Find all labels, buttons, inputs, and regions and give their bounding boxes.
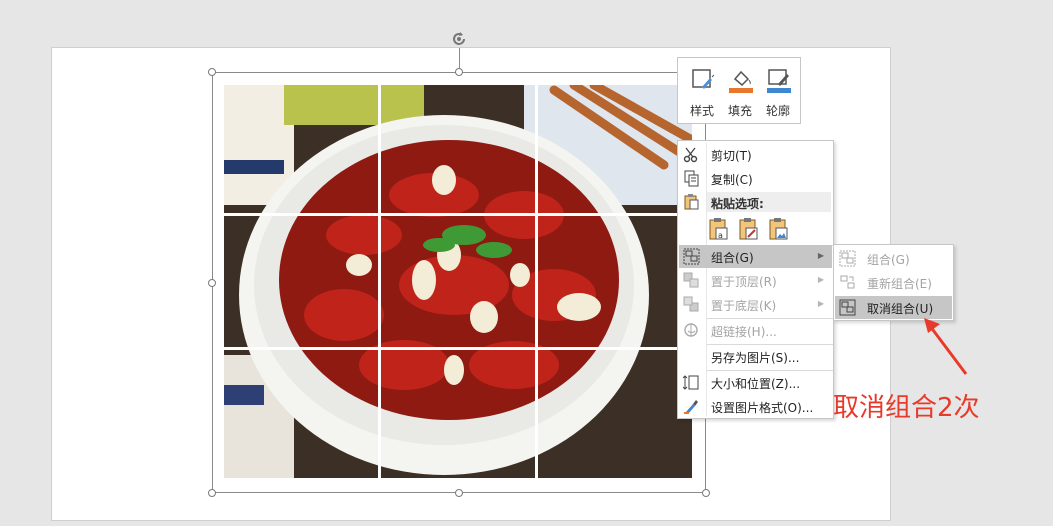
format-picture-icon <box>684 400 698 414</box>
photo-tile[interactable] <box>538 85 692 213</box>
style-button[interactable]: 样式 <box>684 64 720 118</box>
photo-tile[interactable] <box>381 350 535 478</box>
menu-item-save-as-picture[interactable]: 另存为图片(S)... <box>679 345 832 368</box>
menu-item-send-to-back[interactable]: 置于底层(K) ▶ <box>679 293 832 316</box>
photo-tile[interactable] <box>224 85 378 213</box>
menu-item-hyperlink[interactable]: 超链接(H)... <box>679 319 832 342</box>
bring-to-front-icon <box>683 272 699 288</box>
svg-text:a: a <box>718 231 723 240</box>
annotation-text: 取消组合2次 <box>833 393 980 423</box>
submenu-item-regroup[interactable]: 重新组合(E) <box>835 271 952 294</box>
resize-handle-left[interactable] <box>208 279 216 287</box>
menu-item-format-picture[interactable]: 设置图片格式(O)... <box>679 395 832 418</box>
submenu-arrow-icon: ▶ <box>817 275 824 284</box>
photo-tile[interactable] <box>538 350 692 478</box>
size-position-icon <box>683 375 699 390</box>
outline-button[interactable]: 轮廓 <box>760 64 796 118</box>
paste-options-row: a <box>708 215 798 243</box>
photo-tile[interactable] <box>381 85 535 213</box>
paste-keep-formatting-icon[interactable] <box>738 217 760 241</box>
paste-use-destination-icon[interactable]: a <box>708 217 730 241</box>
photo-tile[interactable] <box>224 216 378 347</box>
photo-tile[interactable] <box>538 216 692 347</box>
paste-options-header: 粘贴选项: <box>707 192 831 212</box>
photo-tile[interactable] <box>381 216 535 347</box>
paste-as-picture-icon[interactable] <box>768 217 790 241</box>
annotation-arrow-icon <box>924 318 968 375</box>
group-submenu: 组合(G) 重新组合(E) 取消组合(U) <box>833 244 954 321</box>
photo-tile[interactable] <box>224 350 378 478</box>
copy-icon <box>684 170 699 187</box>
crayfish-photo-grid[interactable] <box>224 85 692 478</box>
menu-item-size-and-position[interactable]: 大小和位置(Z)... <box>679 371 832 394</box>
shape-style-icon <box>692 69 715 89</box>
send-to-back-icon <box>683 296 699 312</box>
submenu-item-group[interactable]: 组合(G) <box>835 247 952 270</box>
scissors-icon <box>683 147 698 163</box>
menu-item-copy[interactable]: 复制(C) <box>679 167 832 190</box>
menu-item-bring-to-front[interactable]: 置于顶层(R) ▶ <box>679 269 832 292</box>
ungroup-icon <box>839 299 856 316</box>
resize-handle-top[interactable] <box>455 68 463 76</box>
group-objects-icon <box>683 248 700 265</box>
fill-bucket-icon <box>729 70 753 93</box>
hyperlink-icon <box>684 323 698 337</box>
submenu-arrow-icon: ▶ <box>817 299 824 308</box>
paste-clipboard-icon <box>684 194 699 210</box>
resize-handle-bottom[interactable] <box>455 489 463 497</box>
menu-item-group[interactable]: 组合(G) ▶ <box>679 245 832 268</box>
fill-button[interactable]: 填充 <box>722 64 758 118</box>
menu-item-cut[interactable]: 剪切(T) <box>679 143 832 166</box>
group-objects-icon <box>839 250 856 267</box>
context-menu: 剪切(T) 复制(C) 粘贴选项: a 组合(G) ▶ 置于顶层(R) ▶ 置于… <box>677 140 834 419</box>
resize-handle-top-left[interactable] <box>208 68 216 76</box>
submenu-arrow-icon: ▶ <box>817 251 824 260</box>
outline-pen-icon <box>767 69 791 93</box>
submenu-item-ungroup[interactable]: 取消组合(U) <box>835 296 952 319</box>
resize-handle-bottom-right[interactable] <box>702 489 710 497</box>
rotate-handle-icon[interactable] <box>449 29 469 49</box>
mini-toolbar: 样式 填充 轮廓 <box>677 57 801 124</box>
resize-handle-bottom-left[interactable] <box>208 489 216 497</box>
regroup-icon <box>840 275 855 289</box>
